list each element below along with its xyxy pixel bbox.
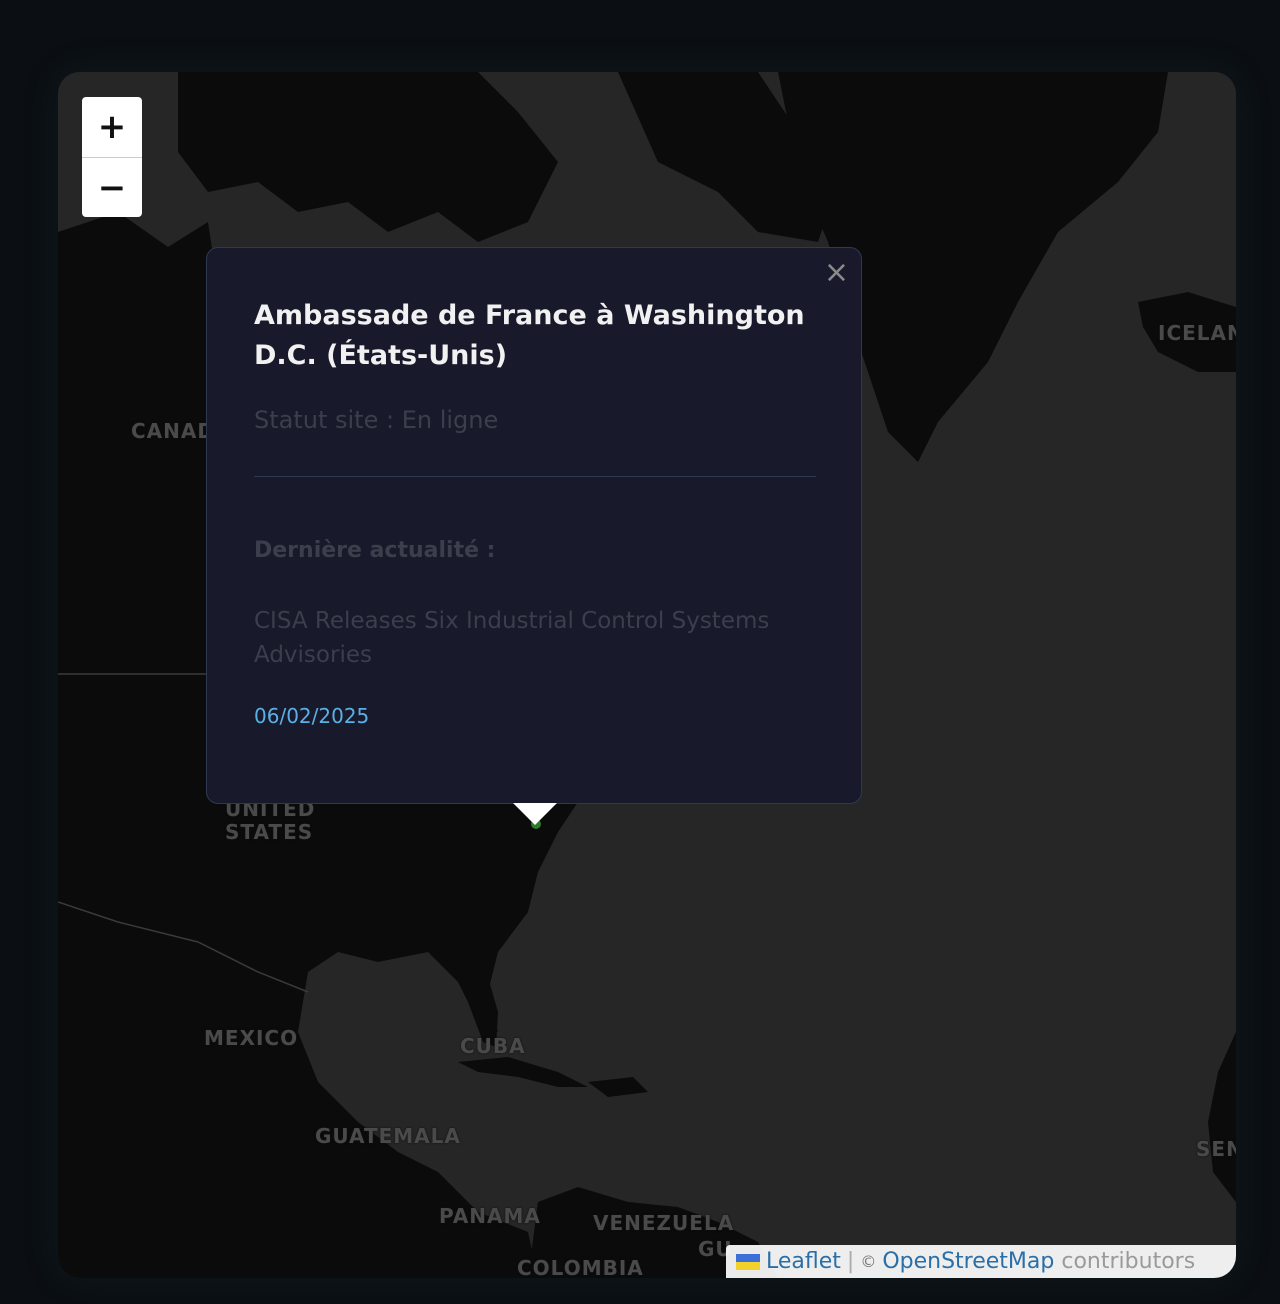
zoom-out-button[interactable]: − [82, 158, 142, 217]
label-guatemala: GUATEMALA [315, 1124, 461, 1148]
contributors-text: contributors [1061, 1249, 1196, 1274]
news-headline[interactable]: CISA Releases Six Industrial Control Sys… [254, 604, 824, 672]
divider [254, 476, 816, 477]
zoom-control: + − [82, 97, 142, 217]
copyright-symbol: © [860, 1252, 877, 1271]
map-attribution: Leaflet | © OpenStreetMap contributors [726, 1245, 1236, 1278]
openstreetmap-link[interactable]: OpenStreetMap [882, 1249, 1054, 1274]
attribution-separator: | [846, 1249, 855, 1274]
news-label: Dernière actualité : [254, 538, 496, 563]
label-states: STATES [225, 820, 314, 844]
ukraine-flag-icon [736, 1253, 760, 1270]
map-container[interactable]: CANADA ICELAND UNITED STATES MEXICO CUBA… [58, 72, 1236, 1278]
map-popup: × Ambassade de France à Washington D.C. … [206, 247, 862, 804]
label-iceland: ICELAND [1158, 321, 1236, 345]
site-status: Statut site : En ligne [254, 406, 499, 434]
popup-tip [513, 803, 557, 825]
label-panama: PANAMA [439, 1204, 541, 1228]
leaflet-link[interactable]: Leaflet [766, 1249, 841, 1274]
zoom-in-button[interactable]: + [82, 97, 142, 158]
label-colombia: COLOMBIA [517, 1256, 644, 1278]
label-mexico: MEXICO [204, 1026, 299, 1050]
label-senegal: SEN [1196, 1137, 1236, 1161]
label-cuba: CUBA [460, 1034, 526, 1058]
news-date: 06/02/2025 [254, 704, 370, 728]
popup-title: Ambassade de France à Washington D.C. (É… [254, 300, 805, 371]
label-venezuela: VENEZUELA [593, 1211, 735, 1235]
close-icon[interactable]: × [824, 256, 849, 290]
